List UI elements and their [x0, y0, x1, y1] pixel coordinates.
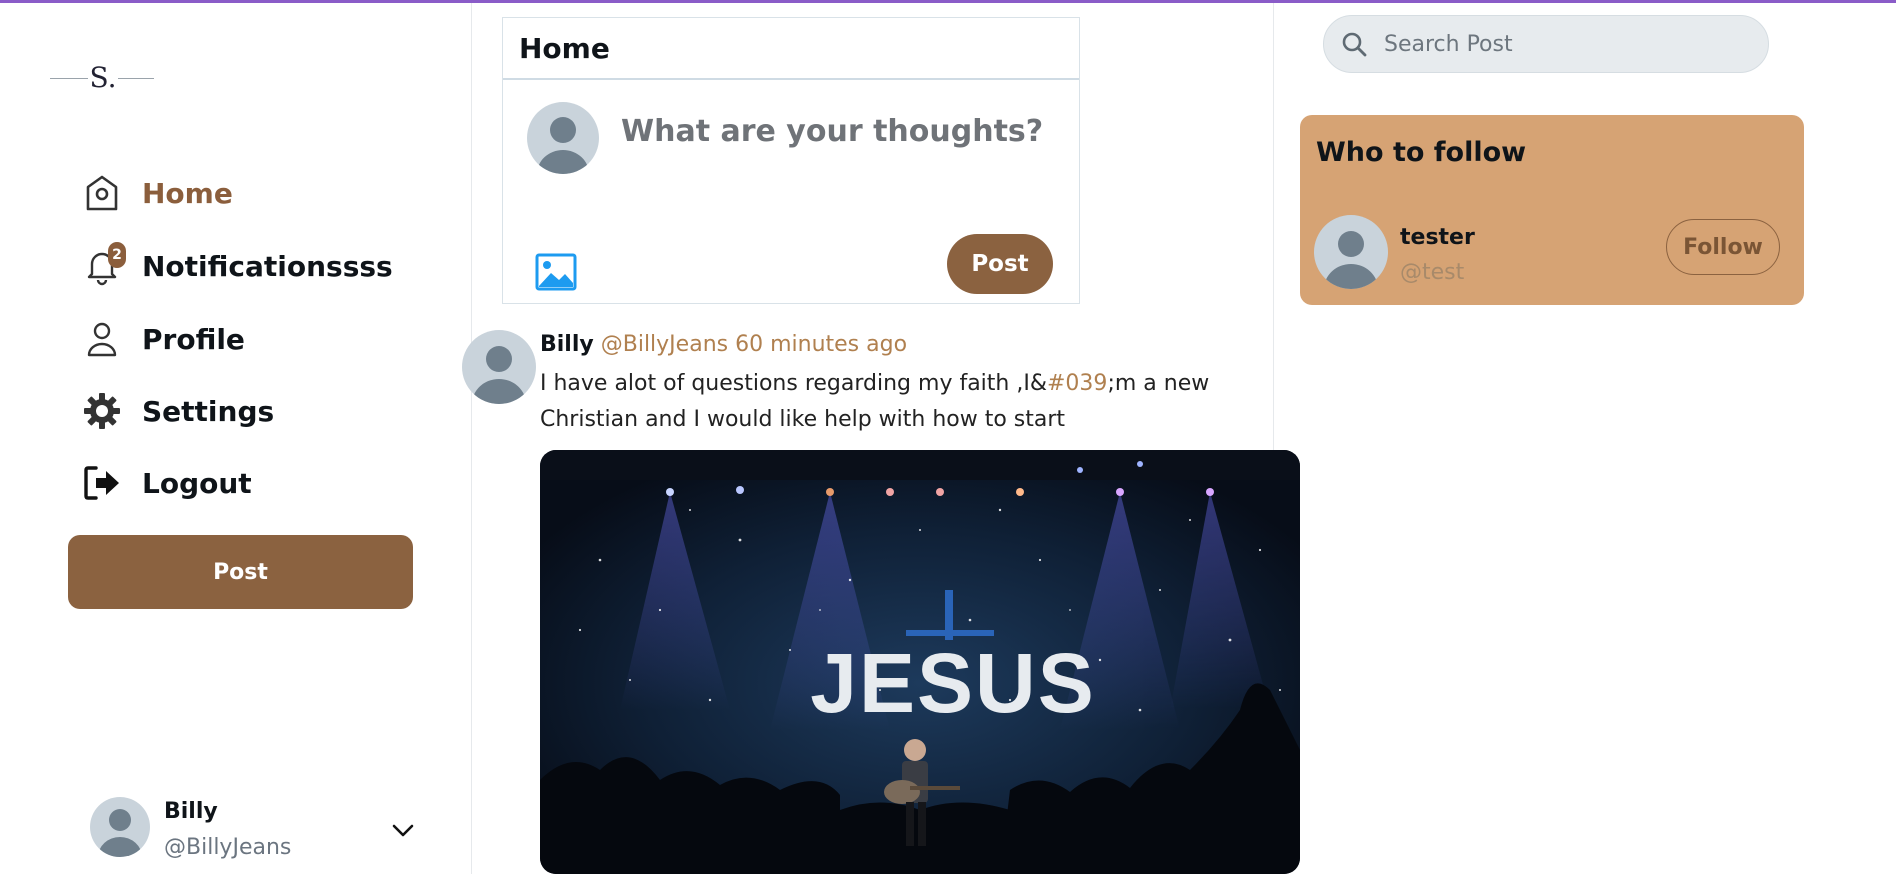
- nav-item-settings[interactable]: Settings: [80, 386, 274, 436]
- logo[interactable]: S.: [50, 61, 154, 97]
- nav-label-settings: Settings: [142, 394, 275, 428]
- search-input[interactable]: [1384, 31, 1744, 57]
- right-sidebar: Who to follow tester @test Follow: [1274, 3, 1896, 874]
- user-icon: [80, 317, 124, 361]
- composer: Home What are your thoughts? 140 Post: [502, 17, 1080, 304]
- post-text-part: I have alot of questions regarding my fa…: [540, 371, 1047, 396]
- nav-item-notifications[interactable]: 2 Notificationssss: [80, 241, 393, 291]
- avatar[interactable]: [1314, 215, 1388, 289]
- concert-stage-image: JESUS: [540, 450, 1300, 874]
- post-author-name[interactable]: Billy: [540, 332, 594, 357]
- app-page: S. Home 2 Notificationssss Profile Setti…: [0, 0, 1896, 874]
- gear-icon: [80, 389, 124, 433]
- post-image[interactable]: JESUS: [540, 450, 1300, 874]
- post-text: I have alot of questions regarding my fa…: [540, 366, 1220, 438]
- nav-label-profile: Profile: [142, 322, 245, 356]
- logout-icon: [80, 461, 124, 505]
- hashtag-link[interactable]: #039: [1047, 371, 1107, 396]
- suggested-user-handle: @test: [1400, 260, 1465, 285]
- account-handle: @BillyJeans: [164, 835, 292, 860]
- nav-item-home[interactable]: Home: [80, 168, 233, 218]
- composer-post-button[interactable]: Post: [947, 234, 1053, 294]
- chevron-down-icon[interactable]: [388, 815, 418, 845]
- avatar[interactable]: [462, 330, 536, 404]
- account-name: Billy: [164, 799, 218, 824]
- who-to-follow-card: Who to follow tester @test Follow: [1300, 115, 1804, 305]
- left-sidebar: S. Home 2 Notificationssss Profile Setti…: [0, 3, 472, 874]
- logo-mark: S.: [88, 61, 118, 94]
- home-icon: [80, 171, 124, 215]
- avatar: [90, 797, 150, 857]
- post-author-handle[interactable]: @BillyJeans: [601, 332, 728, 357]
- bell-icon: 2: [80, 242, 126, 288]
- image-upload-icon[interactable]: [535, 252, 577, 292]
- avatar: [527, 102, 599, 174]
- account-switcher[interactable]: Billy @BillyJeans: [88, 791, 428, 871]
- search-icon: [1324, 16, 1384, 72]
- main-feed: Home What are your thoughts? 140 Post Bi…: [462, 3, 1300, 874]
- search-bar[interactable]: [1323, 15, 1769, 73]
- sidebar-post-button[interactable]: Post: [68, 535, 413, 609]
- nav-item-logout[interactable]: Logout: [80, 458, 252, 508]
- post-meta: Billy @BillyJeans 60 minutes ago: [540, 332, 907, 357]
- feed-header: Home: [503, 18, 1079, 80]
- image-caption: JESUS: [810, 636, 1095, 730]
- nav-item-profile[interactable]: Profile: [80, 314, 245, 364]
- post-timestamp: 60 minutes ago: [735, 332, 908, 357]
- page-title: Home: [519, 31, 610, 65]
- notification-badge: 2: [108, 242, 126, 268]
- nav-label-notifications: Notificationssss: [142, 249, 393, 283]
- composer-input[interactable]: What are your thoughts?: [621, 114, 1043, 149]
- nav-label-home: Home: [142, 176, 233, 210]
- suggested-user-name[interactable]: tester: [1400, 225, 1475, 250]
- who-to-follow-title: Who to follow: [1316, 137, 1527, 168]
- follow-button[interactable]: Follow: [1666, 219, 1780, 275]
- nav-label-logout: Logout: [142, 466, 252, 500]
